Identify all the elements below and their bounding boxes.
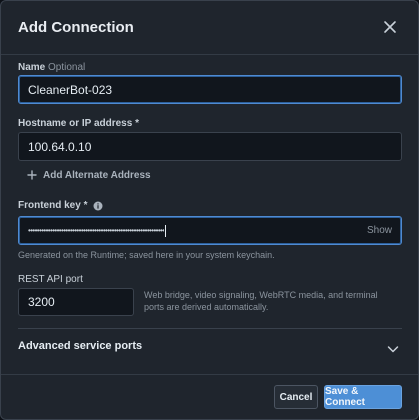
- name-input-value: CleanerBot-023: [28, 82, 113, 97]
- rest-port-input[interactable]: 3200: [18, 288, 134, 316]
- close-icon[interactable]: [381, 18, 399, 36]
- plus-icon: [27, 170, 37, 180]
- cancel-button[interactable]: Cancel: [274, 385, 318, 409]
- dialog-header: Add Connection: [1, 1, 418, 55]
- chevron-down-icon[interactable]: [387, 341, 399, 353]
- frontend-key-hint: Generated on the Runtime; saved here in …: [18, 250, 275, 260]
- dialog-title: Add Connection: [18, 19, 134, 36]
- frontend-key-label-text: Frontend key *: [18, 200, 88, 211]
- divider: [18, 328, 402, 329]
- hostname-input[interactable]: 100.64.0.10: [18, 132, 402, 161]
- show-key-button[interactable]: Show: [367, 225, 392, 236]
- frontend-key-input[interactable]: ••••••••••••••••••••••••••••••••••••••••…: [18, 216, 402, 245]
- hostname-label: Hostname or IP address *: [18, 118, 139, 129]
- hostname-input-value: 100.64.0.10: [28, 139, 92, 154]
- rest-port-value: 3200: [28, 295, 55, 309]
- name-label: Name Optional: [18, 62, 85, 73]
- info-icon[interactable]: [93, 201, 103, 211]
- add-alternate-label: Add Alternate Address: [43, 169, 151, 181]
- frontend-key-masked-value: ••••••••••••••••••••••••••••••••••••••••…: [28, 226, 165, 235]
- advanced-service-ports-toggle[interactable]: Advanced service ports: [18, 340, 142, 352]
- add-connection-dialog: Add Connection Name Optional CleanerBot-…: [0, 0, 419, 420]
- optional-tag: Optional: [48, 62, 86, 73]
- name-input[interactable]: CleanerBot-023: [18, 75, 402, 104]
- frontend-key-label: Frontend key *: [18, 200, 103, 211]
- add-alternate-address-button[interactable]: Add Alternate Address: [27, 168, 151, 182]
- save-and-connect-button[interactable]: Save & Connect: [324, 385, 402, 409]
- text-caret: [165, 224, 167, 237]
- rest-port-label: REST API port: [18, 274, 83, 285]
- name-label-text: Name: [18, 62, 46, 73]
- dialog-footer: Cancel Save & Connect: [1, 374, 418, 419]
- rest-port-help: Web bridge, video signaling, WebRTC medi…: [144, 290, 378, 312]
